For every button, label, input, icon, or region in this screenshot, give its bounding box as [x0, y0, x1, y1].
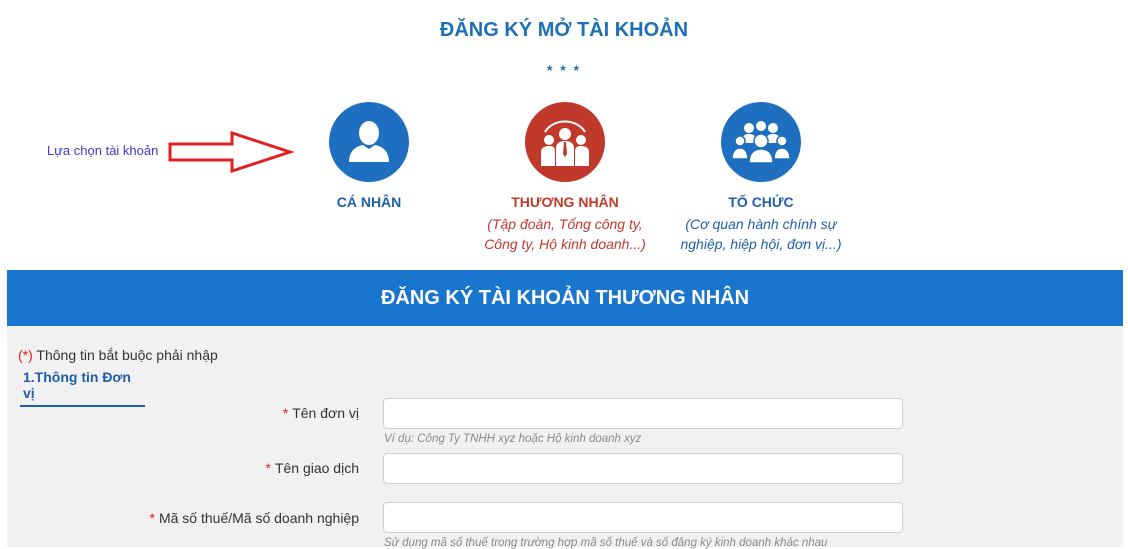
- account-type-name: CÁ NHÂN: [336, 194, 402, 210]
- trade-name-label: * Tên giao dịch: [265, 460, 359, 476]
- arrow-right-icon: [168, 130, 294, 174]
- registration-form: ĐĂNG KÝ TÀI KHOẢN THƯƠNG NHÂN (*) Thông …: [7, 270, 1123, 549]
- required-note: (*) Thông tin bắt buộc phải nhập: [18, 347, 218, 363]
- account-type-organization[interactable]: TỐ CHỨC (Cơ quan hành chính sự nghiệp, h…: [671, 102, 851, 254]
- account-type-personal[interactable]: CÁ NHÂN: [279, 102, 459, 210]
- required-mark: (*): [18, 347, 33, 363]
- trade-name-input[interactable]: [383, 453, 903, 484]
- title-decoration: * * *: [546, 62, 582, 78]
- form-header: ĐĂNG KÝ TÀI KHOẢN THƯƠNG NHÂN: [7, 270, 1123, 326]
- unit-name-hint: Ví dụ: Công Ty TNHH xyz hoặc Hộ kinh doa…: [384, 433, 642, 445]
- people-group-icon: [721, 102, 801, 182]
- account-type-merchant[interactable]: THƯƠNG NHÂN (Tập đoàn, Tổng công ty, Côn…: [475, 102, 655, 254]
- account-type-desc: (Tập đoàn, Tổng công ty, Công ty, Hộ kin…: [484, 216, 646, 252]
- tax-code-label: * Mã số thuế/Mã số doanh nghiệp: [149, 510, 359, 526]
- account-type-name: THƯƠNG NHÂN: [511, 194, 619, 210]
- section-title: 1.Thông tin Đơn vị: [20, 369, 145, 407]
- choose-account-label: Lựa chọn tài khoản: [47, 143, 159, 158]
- page-title: ĐĂNG KÝ MỞ TÀI KHOẢN: [439, 19, 689, 41]
- business-group-icon: [525, 102, 605, 182]
- account-type-desc: (Cơ quan hành chính sự nghiệp, hiệp hội,…: [680, 216, 842, 252]
- tax-code-input[interactable]: [383, 502, 903, 533]
- tax-code-hint: Sử dụng mã số thuế trong trường hợp mã s…: [384, 537, 828, 549]
- unit-name-input[interactable]: [383, 398, 903, 429]
- unit-name-label: * Tên đơn vị: [282, 405, 359, 421]
- person-icon: [329, 102, 409, 182]
- account-type-name: TỐ CHỨC: [728, 194, 794, 210]
